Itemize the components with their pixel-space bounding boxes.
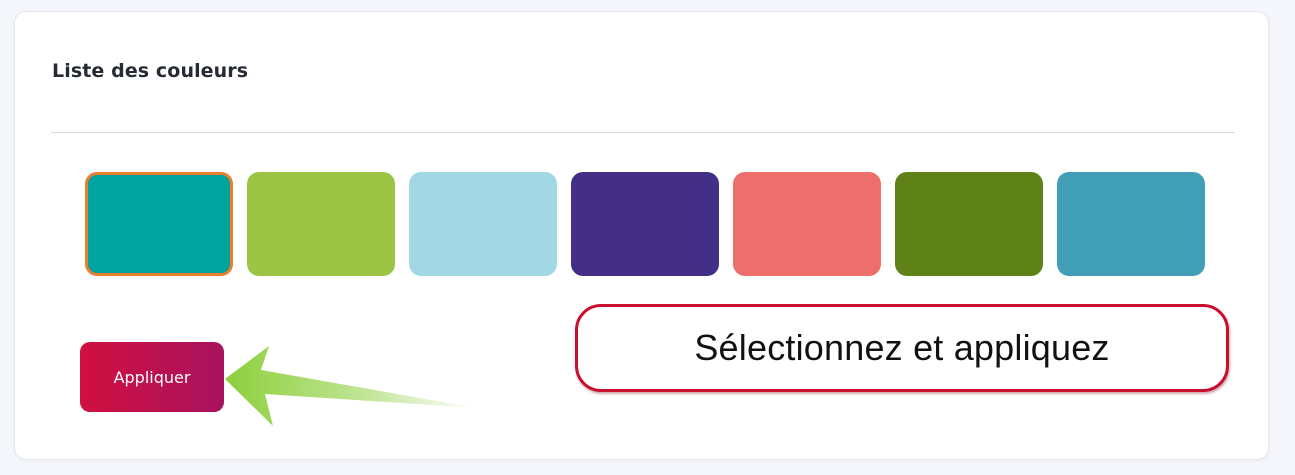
color-swatch[interactable] bbox=[85, 172, 233, 276]
color-swatch[interactable] bbox=[1057, 172, 1205, 276]
apply-button[interactable]: Appliquer bbox=[80, 342, 224, 412]
color-swatch[interactable] bbox=[247, 172, 395, 276]
arrow-left-icon bbox=[225, 346, 477, 426]
instruction-callout: Sélectionnez et appliquez bbox=[575, 304, 1229, 392]
color-list-panel: Liste des couleurs Appliquer Sélectionne… bbox=[14, 11, 1269, 460]
color-swatch[interactable] bbox=[571, 172, 719, 276]
color-swatch[interactable] bbox=[895, 172, 1043, 276]
color-swatch[interactable] bbox=[409, 172, 557, 276]
color-swatch[interactable] bbox=[733, 172, 881, 276]
callout-text: Sélectionnez et appliquez bbox=[694, 327, 1110, 368]
